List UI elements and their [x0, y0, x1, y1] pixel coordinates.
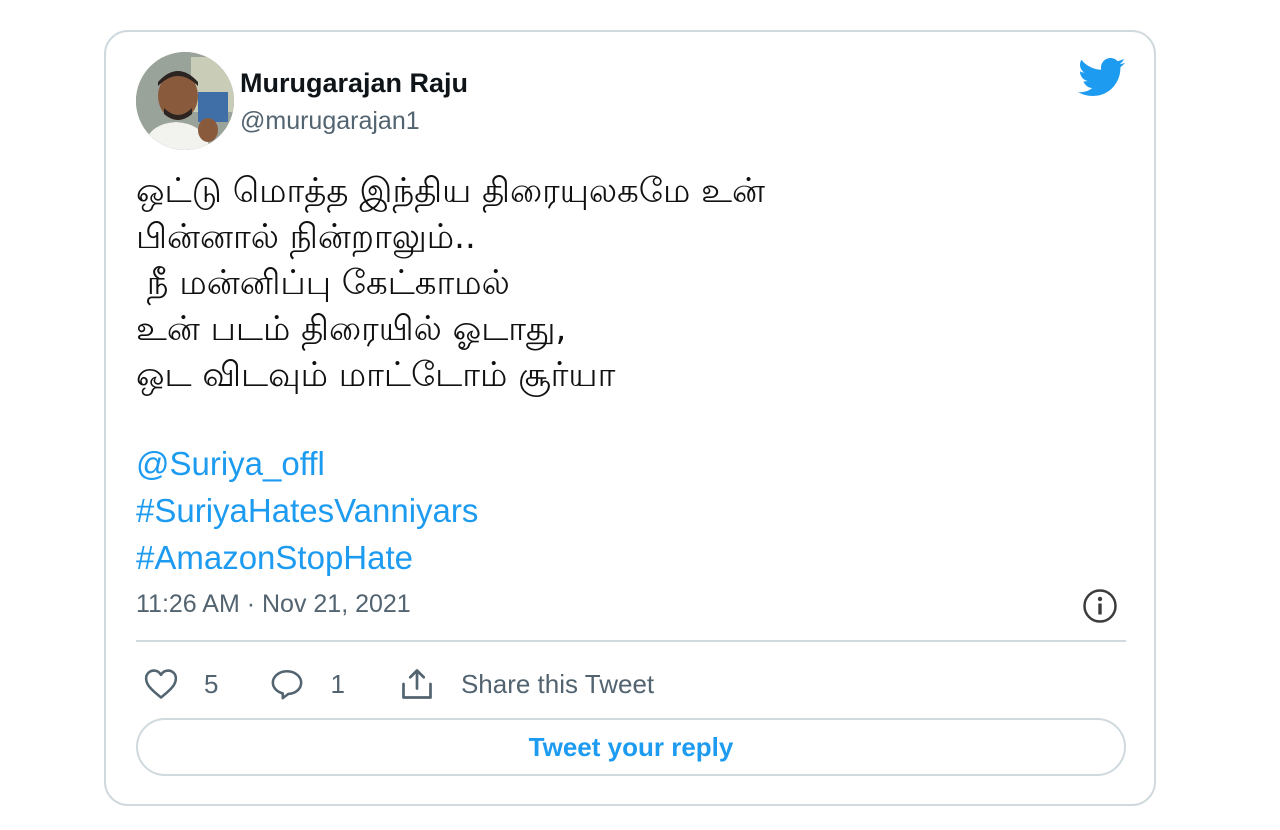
- tweet-actions: 5 1 Share this Tweet: [144, 664, 654, 704]
- heart-icon: [144, 669, 178, 699]
- tweet-text-line: நீ மன்னிப்பு கேட்காமல்: [136, 263, 510, 303]
- divider: [136, 640, 1126, 642]
- tweet-links: @Suriya_offl #SuriyaHatesVanniyars #Amaz…: [136, 440, 478, 581]
- avatar-photo: [136, 52, 234, 150]
- tweet-text-line: பின்னால் நின்றாலும்..: [136, 217, 476, 257]
- hashtag-link[interactable]: #AmazonStopHate: [136, 534, 478, 581]
- reply-button[interactable]: 1: [270, 668, 345, 700]
- author-handle[interactable]: @murugarajan1: [240, 107, 420, 136]
- share-button[interactable]: Share this Tweet: [399, 667, 654, 701]
- tweet-card[interactable]: Murugarajan Raju @murugarajan1 ஒட்டு மொத…: [104, 30, 1156, 806]
- avatar[interactable]: [136, 52, 234, 150]
- share-label: Share this Tweet: [460, 668, 655, 699]
- tweet-text-line: ஒட்டு மொத்த இந்திய திரையுலகமே உன்: [136, 171, 765, 211]
- share-upload-icon: [402, 669, 432, 699]
- info-icon[interactable]: [1082, 588, 1118, 624]
- tweet-text-line: உன் படம் திரையில் ஓடாது,: [136, 309, 567, 349]
- speech-bubble-icon: [272, 669, 303, 700]
- author-display-name[interactable]: Murugarajan Raju: [240, 68, 468, 99]
- tweet-text: ஒட்டு மொத்த இந்திய திரையுலகமே உன் பின்னா…: [136, 168, 1096, 398]
- hashtag-link[interactable]: #SuriyaHatesVanniyars: [136, 487, 478, 534]
- mention-link[interactable]: @Suriya_offl: [136, 440, 478, 487]
- like-count: 5: [204, 668, 219, 699]
- tweet-your-reply-button[interactable]: Tweet your reply: [136, 718, 1126, 776]
- tweet-timestamp[interactable]: 11:26 AM · Nov 21, 2021: [136, 590, 411, 619]
- tweet-text-line: ஒட விடவும் மாட்டோம் சூர்யா: [136, 355, 616, 395]
- like-button[interactable]: 5: [144, 668, 218, 700]
- reply-count: 1: [330, 668, 345, 699]
- twitter-bird-icon[interactable]: [1078, 58, 1126, 98]
